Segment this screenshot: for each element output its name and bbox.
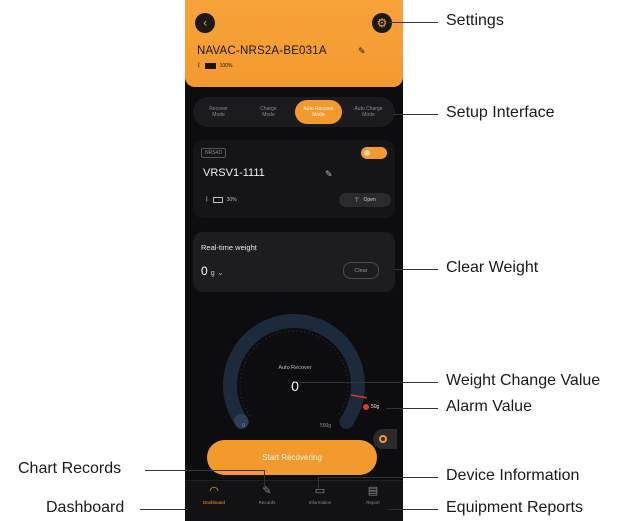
open-label: Open: [363, 197, 376, 203]
gauge-icon: ◠: [209, 484, 219, 497]
alarm-value-text: 50g: [371, 404, 380, 410]
bottom-tab-bar: ◠ Dashboard ✎ Records ▭ Information ▤ Re…: [185, 480, 403, 521]
device-tag: NRS4D: [201, 148, 226, 158]
tab-dashboard[interactable]: ◠ Dashboard: [189, 484, 239, 506]
weight-readout: 0 g ⌄: [201, 264, 223, 278]
header-battery-text: 100%: [219, 62, 233, 69]
device-icon: ▭: [314, 484, 326, 497]
callout-settings: Settings: [446, 12, 504, 29]
gauge-track: [223, 314, 365, 429]
chevron-left-icon: ‹: [202, 16, 208, 30]
mode-recover[interactable]: Recover Mode: [195, 100, 242, 124]
device-battery-text: 30%: [226, 196, 237, 203]
realtime-weight-card: Real-time weight 0 g ⌄ Clear: [193, 232, 395, 292]
battery-icon: [204, 62, 216, 69]
mode-auto-recover[interactable]: Auto Recover Mode: [295, 100, 342, 124]
gear-icon: ⚙: [376, 16, 388, 30]
edit-icon: ✎: [262, 484, 272, 497]
edit-name-icon[interactable]: ✎: [358, 47, 366, 57]
gauge-mode-label: Auto Recover: [278, 365, 312, 371]
mode-sublabel: Mode: [212, 112, 225, 118]
gauge-ticks: [239, 330, 349, 417]
weight-value: 0: [201, 264, 208, 278]
tab-records[interactable]: ✎ Records: [242, 484, 292, 506]
alarm-value[interactable]: 50g: [363, 404, 379, 410]
device-id: VRSV1-1111: [203, 167, 265, 179]
callout-line: [388, 22, 438, 23]
gauge-max-label: 500g: [320, 423, 332, 429]
alarm-icon: [363, 404, 369, 410]
valve-icon: ⊤: [354, 196, 360, 204]
callout-dashboard: Dashboard: [46, 499, 125, 516]
device-card: NRS4D VRSV1-1111 ✎ ᛒ 30% ⊤ Open: [193, 140, 395, 218]
bluetooth-icon: ᛒ: [205, 196, 209, 203]
tab-label: Report: [366, 500, 380, 505]
callout-line: [140, 509, 188, 510]
floating-action-button[interactable]: [373, 429, 397, 449]
header-status: ᛒ 100%: [197, 62, 232, 69]
device-name: NAVAC-NRS2A-BE031A: [197, 45, 327, 57]
mode-selector: Recover Mode Charge Mode Auto Recover Mo…: [193, 97, 395, 127]
callout-line: [318, 477, 319, 489]
edit-device-icon[interactable]: ✎: [325, 170, 333, 180]
phone-screen: ‹ ⚙ NAVAC-NRS2A-BE031A ✎ ᛒ 100% Recover …: [185, 0, 403, 521]
mode-sublabel: Mode: [262, 112, 275, 118]
tab-label: Dashboard: [202, 500, 225, 505]
battery-icon: [212, 196, 223, 203]
device-toggle[interactable]: [361, 147, 387, 159]
app-header: ‹ ⚙ NAVAC-NRS2A-BE031A ✎ ᛒ 100%: [185, 0, 403, 87]
callout-setup-interface: Setup Interface: [446, 104, 555, 121]
callout-line: [318, 477, 438, 478]
weight-unit[interactable]: g: [211, 270, 215, 277]
callout-line: [393, 114, 438, 115]
callout-line: [395, 269, 438, 270]
callout-equipment-reports: Equipment Reports: [446, 499, 583, 516]
callout-device-information: Device Information: [446, 467, 580, 484]
callout-clear-weight: Clear Weight: [446, 259, 539, 276]
back-button[interactable]: ‹: [195, 13, 215, 33]
tab-label: Records: [258, 500, 276, 505]
callout-weight-change-value: Weight Change Value: [446, 372, 601, 389]
callout-line: [145, 470, 265, 471]
device-status: ᛒ 30%: [205, 196, 237, 203]
callout-line: [300, 382, 438, 383]
toggle-knob: [364, 150, 370, 156]
mode-sublabel: Mode: [312, 112, 325, 118]
callout-line: [264, 470, 265, 488]
mode-auto-charge[interactable]: Auto Charge Mode: [345, 100, 392, 124]
callout-line: [388, 509, 438, 510]
report-icon: ▤: [367, 484, 379, 497]
chevron-down-icon[interactable]: ⌄: [218, 269, 224, 277]
callout-line: [386, 408, 438, 409]
weight-change-value: 0: [291, 378, 299, 394]
weight-title: Real-time weight: [201, 243, 257, 252]
bluetooth-icon: ᛒ: [197, 62, 201, 69]
mode-charge[interactable]: Charge Mode: [245, 100, 292, 124]
callout-chart-records: Chart Records: [18, 460, 122, 477]
callout-alarm-value: Alarm Value: [446, 398, 532, 415]
clear-weight-button[interactable]: Clear: [343, 262, 379, 279]
gauge-min-label: 0: [242, 423, 245, 429]
record-icon: [379, 435, 387, 443]
tab-information[interactable]: ▭ Information: [295, 484, 345, 506]
mode-sublabel: Mode: [362, 112, 375, 118]
tab-report[interactable]: ▤ Report: [348, 484, 398, 506]
valve-open-button[interactable]: ⊤ Open: [339, 193, 391, 207]
tab-label: Information: [308, 500, 332, 505]
settings-button[interactable]: ⚙: [372, 13, 392, 33]
